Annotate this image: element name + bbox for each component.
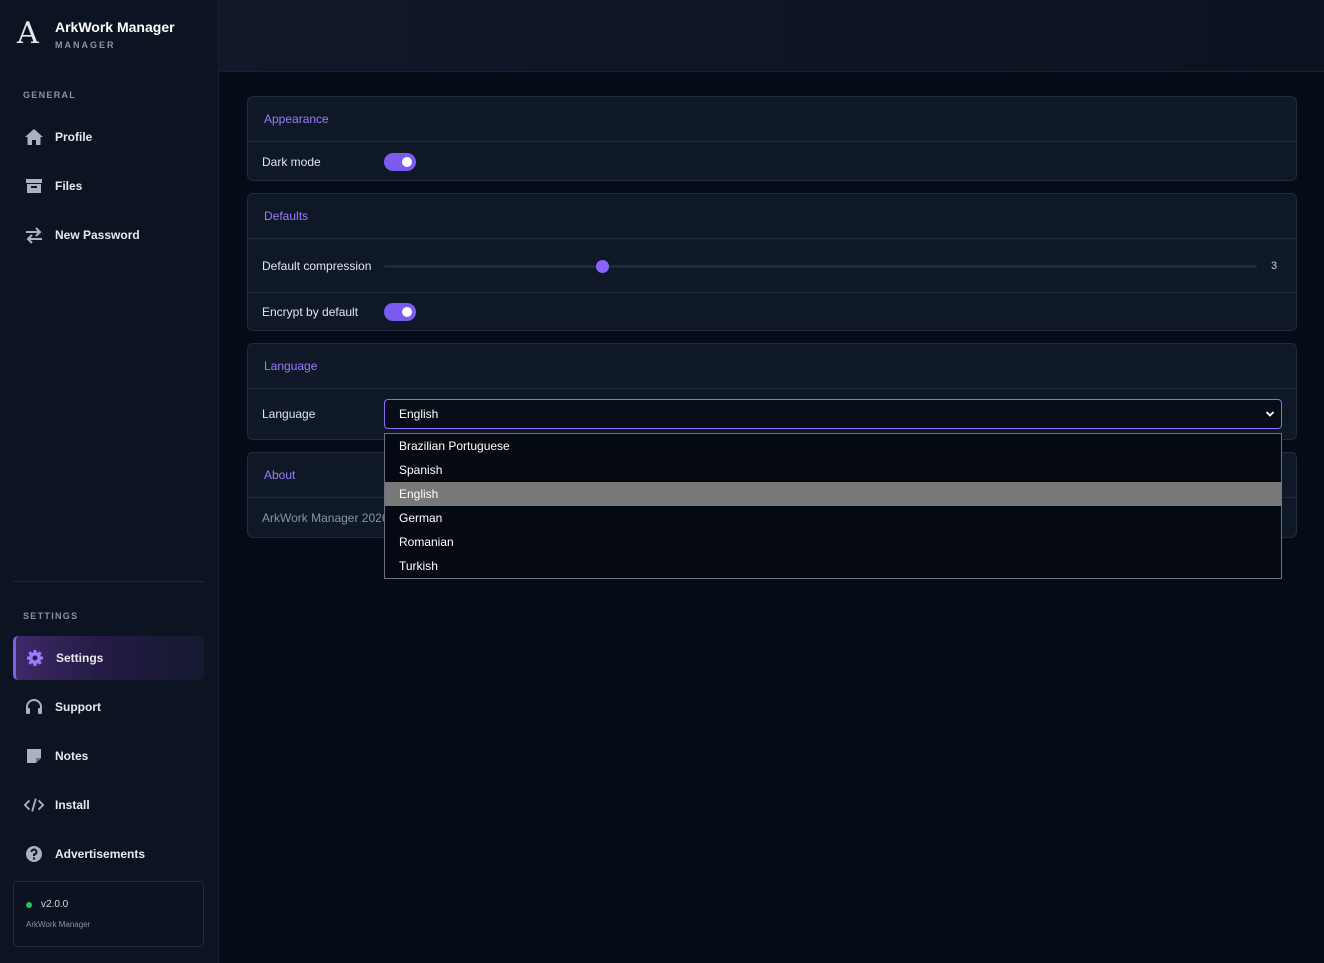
language-option-selected[interactable]: English <box>385 482 1281 506</box>
language-row: Language English <box>248 389 1296 439</box>
encrypt-row: Encrypt by default <box>248 292 1296 330</box>
sidebar-item-label: Install <box>55 798 90 812</box>
section-label-settings: SETTINGS <box>23 611 79 621</box>
language-option[interactable]: German <box>385 506 1281 530</box>
top-bar <box>219 0 1324 72</box>
headset-icon <box>24 697 44 717</box>
language-option[interactable]: Spanish <box>385 458 1281 482</box>
sidebar-item-label: Notes <box>55 749 89 763</box>
dark-mode-row: Dark mode <box>248 142 1296 181</box>
compression-row: Default compression 3 <box>248 239 1296 292</box>
swap-arrows-icon <box>24 225 44 245</box>
defaults-card: Defaults Default compression 3 Encrypt b… <box>247 193 1297 331</box>
language-option[interactable]: Brazilian Portuguese <box>385 434 1281 458</box>
language-option[interactable]: Romanian <box>385 530 1281 554</box>
sidebar-item-label: Settings <box>56 651 104 665</box>
encrypt-toggle[interactable] <box>384 302 416 321</box>
chevron-down-icon <box>1265 411 1275 417</box>
version-card: v2.0.0 ArkWork Manager <box>13 881 204 947</box>
language-title: Language <box>248 344 1296 389</box>
language-dropdown: Brazilian Portuguese Spanish English Ger… <box>384 433 1282 579</box>
brand: A ArkWork Manager MANAGER <box>17 16 175 51</box>
app-title: ArkWork Manager <box>55 19 175 35</box>
sidebar-item-files[interactable]: Files <box>13 164 204 208</box>
sidebar: A ArkWork Manager MANAGER GENERAL Profil… <box>0 0 219 963</box>
compression-slider[interactable] <box>384 259 1257 273</box>
home-icon <box>24 127 44 147</box>
sidebar-item-profile[interactable]: Profile <box>13 115 204 159</box>
encrypt-label: Encrypt by default <box>262 304 359 319</box>
sidebar-item-new-password[interactable]: New Password <box>13 213 204 257</box>
section-label-general: GENERAL <box>23 90 77 100</box>
sidebar-item-label: Profile <box>55 130 93 144</box>
sidebar-item-label: Advertisements <box>55 847 146 861</box>
status-dot <box>26 901 32 908</box>
compression-value: 3 <box>1271 259 1278 272</box>
language-selected-value: English <box>399 407 439 421</box>
sidebar-item-notes[interactable]: Notes <box>13 734 204 778</box>
sidebar-item-label: Support <box>55 700 101 714</box>
language-select[interactable]: English <box>384 399 1282 429</box>
app-logo: A <box>17 16 39 51</box>
code-icon <box>24 795 44 815</box>
sidebar-divider <box>13 581 204 582</box>
dark-mode-label: Dark mode <box>262 154 321 169</box>
sidebar-item-label: New Password <box>55 228 140 242</box>
language-option[interactable]: Turkish <box>385 554 1281 578</box>
sidebar-item-install[interactable]: Install <box>13 783 204 827</box>
version-app-name: ArkWork Manager <box>26 920 91 929</box>
sidebar-item-settings[interactable]: Settings <box>13 636 204 680</box>
language-card: Language Language English <box>247 343 1297 440</box>
appearance-title: Appearance <box>248 97 1296 142</box>
sidebar-item-advertisements[interactable]: Advertisements <box>13 832 204 876</box>
archive-icon <box>24 176 44 196</box>
sidebar-item-label: Files <box>55 179 83 193</box>
language-label: Language <box>262 407 316 421</box>
slider-thumb[interactable] <box>596 259 610 273</box>
app-subtitle: MANAGER <box>55 40 116 50</box>
sidebar-item-support[interactable]: Support <box>13 685 204 729</box>
dark-mode-toggle[interactable] <box>384 152 416 171</box>
appearance-card: Appearance Dark mode <box>247 96 1297 181</box>
question-icon <box>24 844 44 864</box>
version-label: v2.0.0 <box>41 899 69 910</box>
defaults-title: Defaults <box>248 194 1296 239</box>
gear-icon <box>25 648 45 668</box>
note-icon <box>24 746 44 766</box>
compression-label: Default compression <box>262 258 372 273</box>
